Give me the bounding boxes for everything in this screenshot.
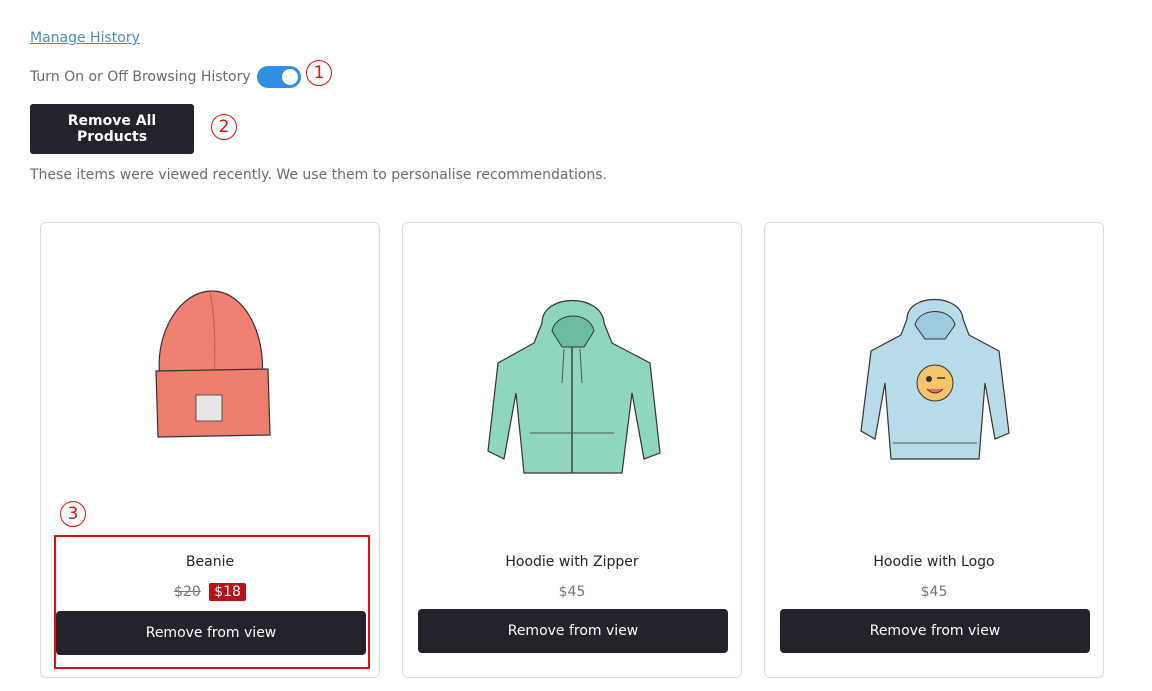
- remove-all-products-button[interactable]: Remove All Products: [30, 104, 194, 154]
- product-price: $45: [558, 584, 586, 600]
- product-name: Hoodie with Zipper: [505, 554, 639, 570]
- annotation-1: 1: [306, 60, 332, 86]
- annotation-highlight-box: [54, 535, 370, 669]
- product-name: Hoodie with Logo: [873, 554, 995, 570]
- logo-hoodie-image: [765, 283, 1103, 503]
- intro-text: These items were viewed recently. We use…: [30, 167, 608, 183]
- annotation-2: 2: [211, 114, 237, 140]
- browsing-history-toggle-row: Turn On or Off Browsing History: [30, 64, 301, 90]
- manage-history-link[interactable]: Manage History: [30, 30, 140, 46]
- toggle-knob: [281, 69, 298, 85]
- toggle-label: Turn On or Off Browsing History: [30, 69, 251, 85]
- browsing-history-toggle[interactable]: [256, 66, 301, 88]
- annotation-3: 3: [60, 501, 86, 527]
- product-price: $45: [920, 584, 948, 600]
- zip-hoodie-image: [403, 283, 741, 503]
- product-card-hoodie-logo: Hoodie with Logo $45 Remove from view: [764, 222, 1104, 678]
- beanie-image: [41, 283, 379, 503]
- remove-from-view-button[interactable]: Remove from view: [780, 609, 1090, 653]
- remove-from-view-button[interactable]: Remove from view: [418, 609, 728, 653]
- product-card-hoodie-zipper: Hoodie with Zipper $45 Remove from view: [402, 222, 742, 678]
